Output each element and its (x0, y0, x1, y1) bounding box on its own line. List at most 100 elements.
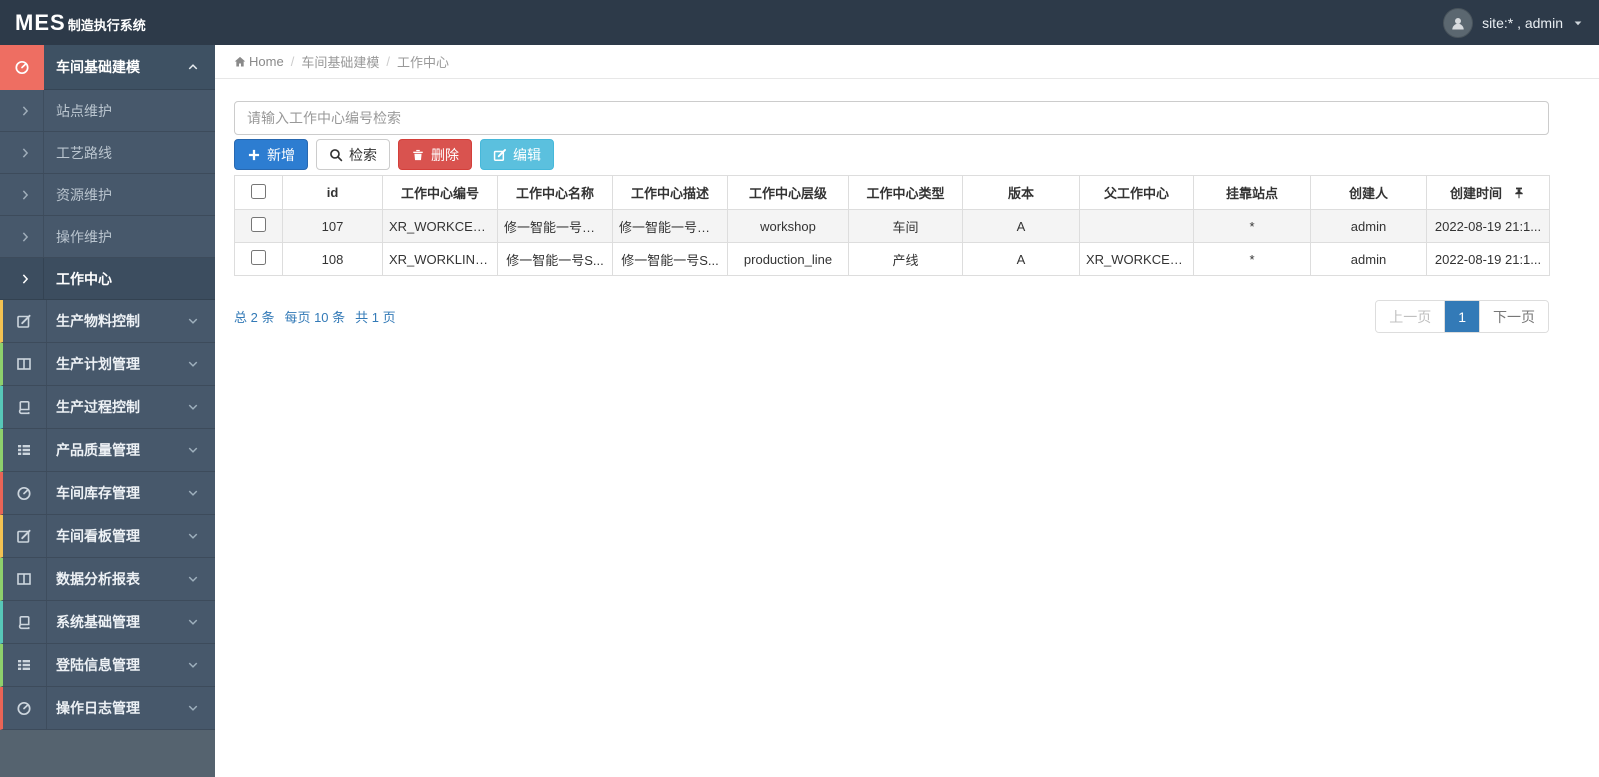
sidebar-item-label: 生产物料控制 (56, 313, 140, 329)
caret-down-icon (1574, 21, 1582, 25)
person-icon (1452, 17, 1464, 29)
cell-version: A (962, 209, 1080, 243)
select-all-checkbox[interactable] (251, 183, 266, 199)
column-header-level[interactable]: 工作中心层级 (727, 175, 849, 210)
divider (46, 386, 47, 428)
home-icon (234, 56, 246, 66)
book-icon (3, 399, 44, 415)
sidebar: 车间基础建模 站点维护 工艺路线 资源维护 操作维护 工作中心 生产物料控制 生… (0, 44, 215, 777)
sidebar-item-workshop-modeling[interactable]: 车间基础建模 (0, 44, 215, 90)
cell-level: production_line (727, 242, 849, 276)
row-checkbox[interactable] (251, 217, 266, 232)
sidebar-item-label: 生产过程控制 (56, 399, 140, 415)
cell-parent (1079, 209, 1194, 243)
sidebar-item-work-center[interactable]: 工作中心 (0, 258, 215, 300)
cell-station: * (1193, 242, 1311, 276)
columns-icon (3, 571, 44, 587)
th-list-icon (3, 657, 44, 673)
sidebar-item-site-maintenance[interactable]: 站点维护 (0, 90, 215, 132)
edit-button[interactable]: 编辑 (480, 139, 554, 170)
sidebar-item-plan-management[interactable]: 生产计划管理 (0, 343, 215, 386)
chevron-down-icon (188, 662, 198, 668)
column-header-creator[interactable]: 创建人 (1310, 175, 1427, 210)
pin-icon[interactable] (1512, 186, 1526, 200)
column-header-name[interactable]: 工作中心名称 (497, 175, 613, 210)
total-records-label: 总 2 条 (234, 310, 275, 325)
pagination-summary: 总 2 条 每页 10 条 共 1 页 (234, 307, 396, 326)
sidebar-item-process-route[interactable]: 工艺路线 (0, 132, 215, 174)
sidebar-item-kanban-management[interactable]: 车间看板管理 (0, 515, 215, 558)
sidebar-item-label: 工作中心 (56, 270, 112, 287)
search-input[interactable] (234, 101, 1549, 135)
cell-type: 产线 (848, 242, 963, 276)
breadcrumb-home[interactable]: Home (234, 54, 284, 69)
breadcrumb-level1[interactable]: 车间基础建模 (301, 52, 379, 71)
cell-created-time: 2022-08-19 21:1... (1426, 209, 1550, 243)
divider (46, 343, 47, 385)
page-size-selector[interactable]: 每页 10 条 (284, 307, 345, 326)
sidebar-item-inventory-management[interactable]: 车间库存管理 (0, 472, 215, 515)
column-header-parent[interactable]: 父工作中心 (1079, 175, 1194, 210)
row-select-cell (234, 242, 283, 276)
sidebar-item-analytics-reports[interactable]: 数据分析报表 (0, 558, 215, 601)
cell-name: 修一智能一号车间 (497, 209, 613, 243)
chevron-down-icon (188, 318, 198, 324)
sidebar-item-label: 操作日志管理 (56, 700, 140, 716)
delete-button[interactable]: 删除 (398, 139, 472, 170)
edit-button-label: 编辑 (513, 146, 541, 163)
total-pages-label: 共 1 页 (355, 310, 396, 325)
chevron-down-icon (188, 705, 198, 711)
sidebar-item-process-control[interactable]: 生产过程控制 (0, 386, 215, 429)
column-header-code[interactable]: 工作中心编号 (382, 175, 498, 210)
sidebar-item-login-info-management[interactable]: 登陆信息管理 (0, 644, 215, 687)
add-button[interactable]: 新增 (234, 139, 308, 170)
column-header-id[interactable]: id (282, 175, 383, 210)
sidebar-item-material-control[interactable]: 生产物料控制 (0, 300, 215, 343)
sidebar-item-label: 数据分析报表 (56, 571, 140, 587)
column-header-label: 创建时间 (1449, 186, 1502, 201)
row-checkbox[interactable] (251, 250, 266, 265)
cell-creator: admin (1310, 242, 1427, 276)
search-button[interactable]: 检索 (316, 139, 390, 170)
app-logo-subtitle: 制造执行系统 (67, 17, 146, 33)
cell-id: 107 (282, 209, 383, 243)
main-content: Home / 车间基础建模 / 工作中心 新增 检索 删除 (215, 45, 1599, 777)
column-header-version[interactable]: 版本 (962, 175, 1080, 210)
trash-icon (413, 149, 423, 160)
column-header-station[interactable]: 挂靠站点 (1193, 175, 1311, 210)
tachometer-icon (0, 44, 44, 90)
chevron-down-icon (188, 404, 198, 410)
column-header-description[interactable]: 工作中心描述 (612, 175, 728, 210)
sidebar-item-system-management[interactable]: 系统基础管理 (0, 601, 215, 644)
pagination-bar: 总 2 条 每页 10 条 共 1 页 上一页 1 下一页 (234, 300, 1549, 333)
chevron-down-icon (188, 533, 198, 539)
table-row[interactable]: 107 XR_WORKCEN... 修一智能一号车间 修一智能一号车间 work… (234, 209, 1550, 243)
table-row[interactable]: 108 XR_WORKLINE... 修一智能一号S... 修一智能一号S...… (234, 242, 1550, 276)
divider (43, 258, 44, 299)
prev-page-button[interactable]: 上一页 (1376, 301, 1446, 332)
toolbar: 新增 检索 删除 编辑 (234, 139, 1549, 170)
column-header-created-time[interactable]: 创建时间 (1426, 175, 1550, 210)
chevron-down-icon (188, 490, 198, 496)
page-1-button[interactable]: 1 (1445, 301, 1480, 332)
sidebar-item-operation-log-management[interactable]: 操作日志管理 (0, 687, 215, 730)
add-button-label: 新增 (267, 146, 295, 163)
column-header-type[interactable]: 工作中心类型 (848, 175, 963, 210)
breadcrumb-level2: 工作中心 (396, 55, 449, 70)
pencil-square-icon (3, 528, 44, 544)
user-label: site:* , admin (1482, 14, 1563, 31)
chevron-down-icon (188, 361, 198, 367)
sidebar-item-label: 系统基础管理 (56, 614, 140, 630)
work-center-table: id 工作中心编号 工作中心名称 工作中心描述 工作中心层级 工作中心类型 版本… (234, 175, 1550, 276)
app-logo[interactable]: MES 制造执行系统 (15, 10, 146, 36)
next-page-button[interactable]: 下一页 (1480, 301, 1548, 332)
sidebar-item-resource-maintenance[interactable]: 资源维护 (0, 174, 215, 216)
sidebar-item-operation-maintenance[interactable]: 操作维护 (0, 216, 215, 258)
chevron-right-icon (20, 189, 32, 201)
cell-code: XR_WORKLINE... (382, 242, 498, 276)
sidebar-item-label: 车间库存管理 (56, 485, 140, 501)
chevron-right-icon (20, 105, 32, 117)
sidebar-item-quality-management[interactable]: 产品质量管理 (0, 429, 215, 472)
chevron-up-icon (188, 64, 198, 70)
user-menu[interactable]: site:* , admin (1443, 7, 1584, 38)
